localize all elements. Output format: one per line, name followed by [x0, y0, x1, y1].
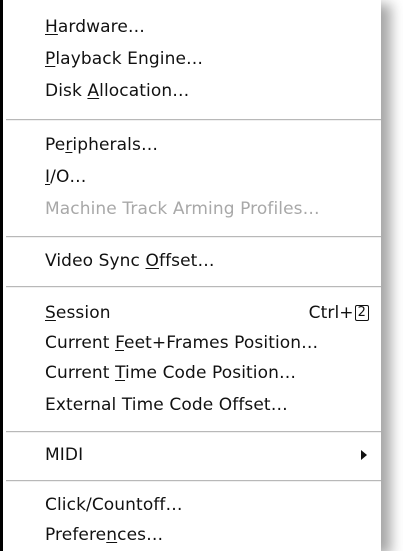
menu-item-preferences[interactable]: Preferences…	[45, 520, 369, 550]
menu-item-disk-allocation[interactable]: Disk Allocation…	[45, 76, 369, 106]
menu-item-session[interactable]: Session Ctrl+ 2	[45, 298, 369, 328]
menu-item-io[interactable]: I/O…	[45, 162, 369, 192]
menu-item-label: Playback Engine…	[45, 49, 204, 69]
shortcut-label: Ctrl+ 2	[309, 303, 369, 323]
menu-item-machine-track-arming-profiles: Machine Track Arming Profiles…	[45, 194, 369, 224]
menu-item-label: Session	[45, 303, 111, 323]
menu-item-label: Peripherals…	[45, 135, 159, 155]
menu-item-external-time-code-offset[interactable]: External Time Code Offset…	[45, 390, 369, 420]
shortcut-key-box: 2	[354, 305, 369, 321]
menu-separator	[6, 236, 381, 238]
menu-item-label: Video Sync Offset…	[45, 251, 215, 271]
menu-item-label: Current Time Code Position…	[45, 363, 297, 383]
menu-item-label: Current Feet+Frames Position…	[45, 333, 319, 353]
menu-item-label: Disk Allocation…	[45, 81, 190, 101]
setup-menu: Hardware… Playback Engine… Disk Allocati…	[0, 0, 381, 551]
menu-separator	[6, 119, 381, 121]
menu-item-current-time-code-position[interactable]: Current Time Code Position…	[45, 358, 369, 388]
submenu-arrow-icon	[361, 450, 367, 460]
menu-item-label: External Time Code Offset…	[45, 395, 288, 415]
menu-item-label: Hardware…	[45, 17, 145, 37]
menu-separator	[6, 480, 381, 482]
menu-item-midi[interactable]: MIDI	[45, 440, 369, 470]
menu-item-label: Click/Countoff…	[45, 495, 183, 515]
menu-item-label: I/O…	[45, 167, 87, 187]
menu-item-peripherals[interactable]: Peripherals…	[45, 130, 369, 160]
menu-item-label: Preferences…	[45, 525, 164, 545]
menu-item-click-countoff[interactable]: Click/Countoff…	[45, 490, 369, 520]
menu-item-playback-engine[interactable]: Playback Engine…	[45, 44, 369, 74]
menu-item-hardware[interactable]: Hardware…	[45, 12, 369, 42]
menu-separator	[6, 431, 381, 433]
menu-item-label: MIDI	[45, 445, 84, 465]
menu-item-label: Machine Track Arming Profiles…	[45, 199, 320, 219]
menu-item-video-sync-offset[interactable]: Video Sync Offset…	[45, 246, 369, 276]
menu-separator	[6, 286, 381, 288]
menu-item-current-feet-frames-position[interactable]: Current Feet+Frames Position…	[45, 328, 369, 358]
